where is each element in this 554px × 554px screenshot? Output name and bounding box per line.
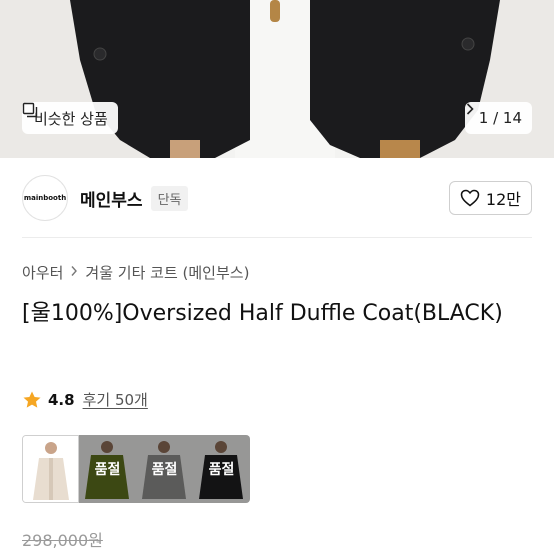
like-button[interactable]: 12만 [448,181,532,215]
sold-out-overlay: 품절 [79,435,136,503]
product-image-carousel[interactable]: 비슷한 상품 1 / 14 [0,0,554,158]
like-count: 12만 [485,190,521,209]
brand-logo[interactable]: mainbooth [22,175,68,221]
color-option-gray[interactable]: 품절 [136,435,193,503]
breadcrumb: 아우터 겨울 기타 코트 (메인부스) [22,262,249,283]
color-option-black[interactable]: 품절 [193,435,250,503]
product-photo [0,0,554,158]
color-options: 품절 품절 품절 [22,435,250,503]
breadcrumb-item-category[interactable]: 겨울 기타 코트 (메인부스) [85,262,249,283]
brand-name[interactable]: 메인부스 [80,186,143,211]
color-option-ivory[interactable] [22,435,79,503]
sold-out-overlay: 품절 [136,435,193,503]
rating-score: 4.8 [48,390,75,409]
sold-out-overlay: 품절 [193,435,250,503]
product-title: [울100%]Oversized Half Duffle Coat(BLACK) [22,301,503,326]
reviews-link[interactable]: 후기 50개 [83,389,148,410]
similar-products-icon [22,102,38,118]
similar-products-button[interactable]: 비슷한 상품 [22,102,118,134]
star-icon [23,391,41,408]
heart-outline-icon [460,189,480,207]
ivory-coat-thumbnail [23,436,78,502]
rating-row: 4.8 후기 50개 [22,389,148,410]
original-price: 298,000원 [22,531,103,550]
exclusive-badge: 단독 [150,185,189,211]
chevron-right-icon [70,265,78,281]
image-pager[interactable]: 1 / 14 [464,102,532,134]
image-page-indicator: 1 / 14 [478,109,522,127]
color-option-khaki[interactable]: 품절 [79,435,136,503]
chevron-right-icon [466,103,474,115]
brand-row: mainbooth 메인부스 단독 12만 [22,174,532,222]
brand-logo-text: mainbooth [23,194,67,202]
breadcrumb-item-outer[interactable]: 아우터 [22,262,63,283]
divider [22,237,532,238]
similar-products-label: 비슷한 상품 [34,109,108,128]
